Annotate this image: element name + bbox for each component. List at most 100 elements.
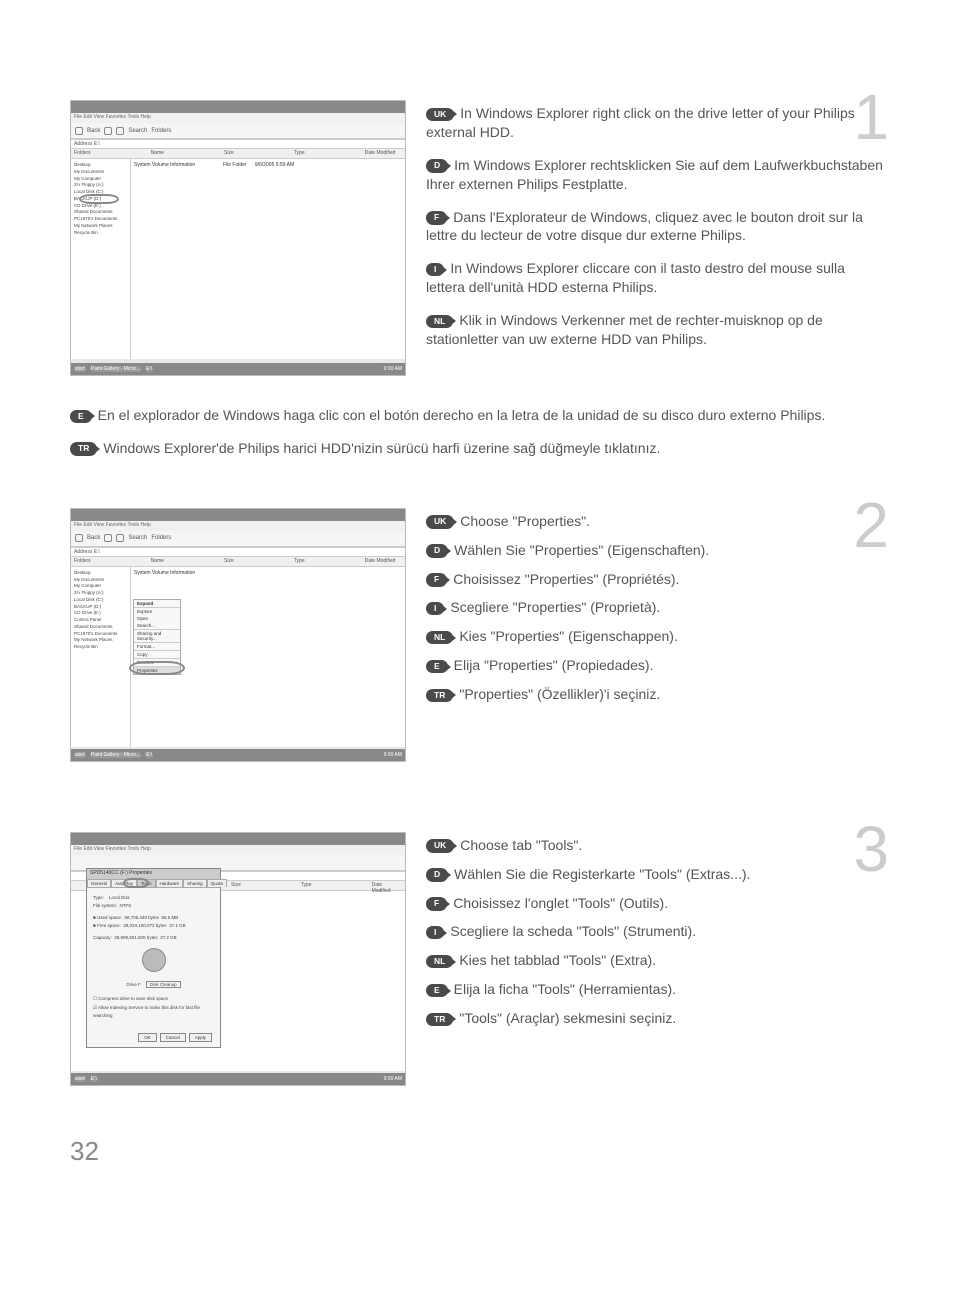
step-number-1: 1 [853, 80, 889, 154]
step2-d-text: Wählen Sie "Properties" (Eigenschaften). [454, 542, 709, 558]
step1-f: FDans l'Explorateur de Windows, cliquez … [426, 208, 884, 246]
forward-icon [104, 127, 112, 135]
file-list: System Volume Information File Folder 9/… [131, 159, 405, 359]
taskbar: start Paint Gallery - Micro... E:\ 9:00 … [71, 363, 405, 375]
ctx-format: Format... [134, 642, 180, 650]
tree-mydocs: My Documents [74, 577, 127, 584]
ctx-copy: Copy [134, 650, 180, 658]
badge-nl: NL [426, 955, 453, 968]
step3-nl-text: Kies het tabblad "Tools" (Extra). [459, 952, 656, 968]
properties-dialog: SPD5140CC (F:) Properties General AutoPl… [86, 868, 221, 1048]
capacity-size: 37.2 GB [160, 935, 177, 940]
tab-sharing: Sharing [183, 879, 207, 887]
capacity-label: Capacity: [93, 935, 112, 940]
col-type: Type [301, 882, 312, 889]
up-icon [116, 534, 124, 542]
tree-pcdocs: PC1970's Documents [74, 216, 127, 223]
col-date: Date Modified [365, 558, 396, 565]
tree-localc: Local Disk (C:) [74, 597, 127, 604]
file-date: 9/6/2005 6:59 AM [255, 162, 294, 168]
file-item: System Volume Information [134, 162, 195, 168]
badge-i: I [426, 602, 444, 615]
search-label: Search [128, 128, 147, 134]
badge-nl: NL [426, 631, 453, 644]
step2-d: D Wählen Sie "Properties" (Eigenschaften)… [426, 541, 884, 560]
badge-e: E [426, 660, 448, 673]
page-number: 32 [70, 1136, 884, 1167]
address-label: Address [74, 549, 92, 555]
start-button: start [74, 366, 86, 372]
free-label: Free space: [97, 923, 121, 928]
address-label: Address [74, 141, 92, 147]
step3-uk-text: Choose tab "Tools". [460, 837, 582, 853]
compress-check: Compress drive to save disk space [98, 996, 168, 1001]
file-type: File Folder [223, 162, 247, 168]
tree-network: My Network Places [74, 637, 127, 644]
used-label: Used space: [97, 915, 122, 920]
step2-nl: NL Kies "Properties" (Eigenschappen). [426, 627, 884, 646]
step2-instructions: UKChoose "Properties". D Wählen Sie "Prop… [426, 508, 884, 762]
step1-e: EEn el explorador de Windows haga clic c… [70, 406, 884, 425]
col-name: Name [151, 150, 164, 157]
ctx-open: Open [134, 615, 180, 622]
folder-tree: Desktop My Documents My Computer 3½ Flop… [71, 159, 131, 359]
window-titlebar [71, 509, 405, 521]
badge-uk: UK [426, 515, 454, 528]
tools-tab-highlight-oval [123, 878, 149, 888]
step2-uk: UKChoose "Properties". [426, 512, 884, 531]
step1-screenshot: File Edit View Favorites Tools Help Back… [70, 100, 406, 376]
properties-highlight-oval [129, 661, 185, 675]
badge-e: E [426, 984, 448, 997]
taskbar-app1: Paint Gallery - Micro... [90, 366, 141, 372]
step3-screenshot: File Edit View Favorites Tools Help Size… [70, 832, 406, 1086]
step1-uk-text: In Windows Explorer right click on the d… [426, 105, 855, 140]
columns-header: Folders Name Size Type Date Modified [71, 557, 405, 567]
step3-i-text: Scegliere la scheda "Tools" (Strumenti). [450, 923, 696, 939]
disk-cleanup-button: Disk Cleanup [146, 981, 181, 988]
explorer-body: Desktop My Documents My Computer 3½ Flop… [71, 567, 405, 747]
tree-cddrive: CD Drive (E:) [74, 610, 127, 617]
step1-f-text: Dans l'Explorateur de Windows, cliquez a… [426, 209, 863, 244]
back-label: Back [87, 535, 100, 541]
step1-i-text: In Windows Explorer cliccare con il tast… [426, 260, 845, 295]
file-item: System Volume Information [134, 570, 195, 576]
step1-tr: TRWindows Explorer'de Philips harici HDD… [70, 439, 884, 458]
step-number-2: 2 [853, 488, 889, 562]
tree-network: My Network Places [74, 223, 127, 230]
step1-d-text: Im Windows Explorer rechtsklicken Sie au… [426, 157, 883, 192]
apply-button: Apply [189, 1033, 212, 1042]
tab-general: General [87, 879, 111, 887]
step1-i: IIn Windows Explorer cliccare con il tas… [426, 259, 884, 297]
tree-floppy: 3½ Floppy (A:) [74, 590, 127, 597]
tree-pcdocs: PC1970's Documents [74, 631, 127, 638]
tree-recycle: Recycle Bin [74, 230, 127, 237]
step3-e-text: Elija la ficha "Tools" (Herramientas). [454, 981, 676, 997]
address-value: E:\ [94, 549, 100, 555]
folder-tree: Desktop My Documents My Computer 3½ Flop… [71, 567, 131, 747]
step3-f-text: Choisissez l'onglet "Tools" (Outils). [453, 895, 668, 911]
badge-i: I [426, 926, 444, 939]
start-button: start [74, 1076, 86, 1082]
type-value: Local Disk [109, 895, 130, 900]
ctx-search: Search... [134, 622, 180, 629]
step2-nl-text: Kies "Properties" (Eigenschappen). [459, 628, 678, 644]
back-icon [75, 534, 83, 542]
drive-highlight-oval [79, 194, 119, 204]
ctx-sharing: Sharing and Security... [134, 629, 180, 642]
used-bytes: 68,706,440 bytes [125, 915, 160, 920]
step-1-block: File Edit View Favorites Tools Help Back… [70, 100, 884, 376]
badge-uk: UK [426, 839, 454, 852]
window-titlebar [71, 101, 405, 113]
taskbar-app2: E:\ [90, 1076, 98, 1082]
clock: 9:00 AM [384, 752, 402, 758]
tree-desktop: Desktop [74, 162, 127, 169]
step2-tr: TR"Properties" (Özellikler)'i seçiniz. [426, 685, 884, 704]
badge-nl: NL [426, 315, 453, 328]
free-bytes: 39,033,100,072 bytes [123, 923, 166, 928]
taskbar: start E:\ 9:00 AM [71, 1073, 405, 1085]
address-value: E:\ [94, 141, 100, 147]
step3-tr: TR"Tools" (Araçlar) sekmesini seçiniz. [426, 1009, 884, 1028]
menu-bar: File Edit View Favorites Tools Help [71, 521, 405, 531]
badge-d: D [426, 544, 448, 557]
badge-f: F [426, 211, 447, 224]
